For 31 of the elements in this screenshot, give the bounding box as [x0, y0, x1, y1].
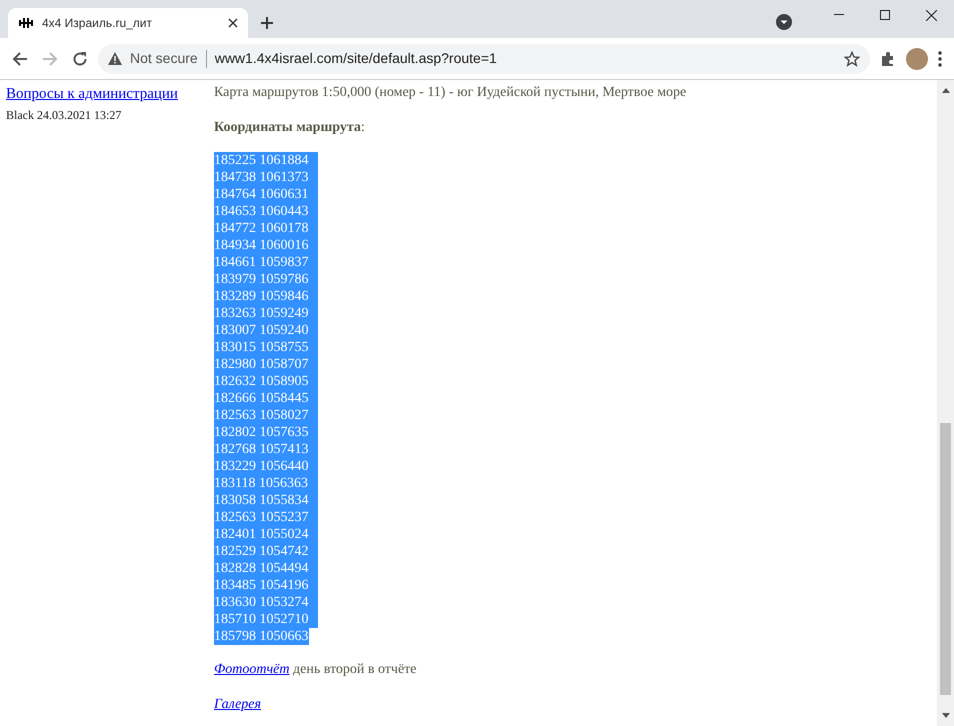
gallery-link[interactable]: Галерея — [214, 697, 262, 712]
site-favicon-icon — [18, 17, 34, 29]
url-text: www1.4x4israel.com/site/default.asp?route=1 — [214, 49, 497, 68]
close-icon[interactable] — [228, 18, 238, 28]
photo-report-text: день второй в отчёте — [292, 662, 417, 677]
browser-tab[interactable]: 4x4 Израиль.ru_лит — [8, 8, 248, 38]
tab-title: 4x4 Израиль.ru_лит — [42, 15, 153, 32]
puzzle-piece-icon — [880, 50, 896, 66]
maximize-icon — [880, 10, 890, 20]
scrollbar[interactable] — [937, 80, 954, 726]
plus-icon — [260, 16, 274, 30]
address-bar[interactable]: Not secure www1.4x4israel.com/site/default.asp?route=1 — [98, 44, 870, 74]
warning-icon — [108, 52, 122, 65]
map-description: Карта маршрутов 1:50,000 (номер - 11) - юг Иудейской пустыни, Мертвое море — [214, 84, 688, 102]
scrollbar-thumb[interactable] — [940, 423, 951, 695]
avatar-icon[interactable] — [906, 48, 928, 70]
minimize-icon — [834, 14, 844, 16]
dropdown-icon[interactable] — [776, 14, 792, 30]
star-icon[interactable] — [844, 50, 860, 66]
photo-report-link[interactable]: Фотоотчёт — [214, 662, 290, 677]
scroll-up-icon[interactable] — [942, 88, 950, 93]
author-date-text: Black 24.03.2021 13:27 — [6, 107, 122, 124]
forward-arrow-icon — [42, 50, 58, 66]
scroll-down-icon[interactable] — [942, 713, 950, 718]
menu-icon — [938, 50, 942, 66]
security-label: Not secure — [130, 49, 198, 68]
admin-questions-link[interactable]: Вопросы к администрации — [6, 86, 178, 102]
coordinates-heading: Координаты маршрута: — [214, 119, 366, 137]
reload-icon — [72, 50, 88, 66]
close-icon — [926, 10, 936, 20]
back-arrow-icon — [12, 50, 28, 66]
